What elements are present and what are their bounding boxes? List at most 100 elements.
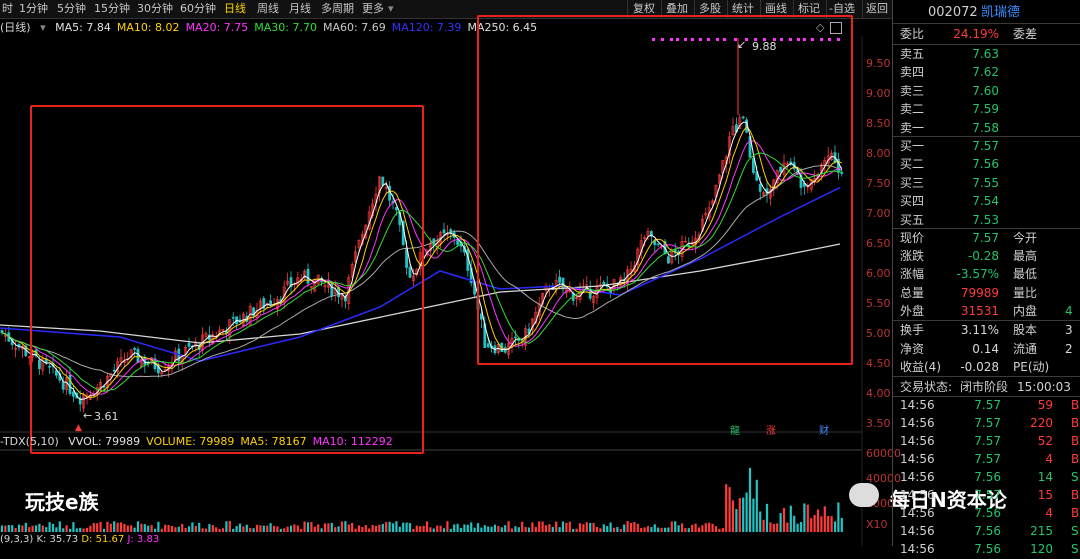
volume-bar <box>833 521 837 532</box>
volume-bar <box>412 528 415 532</box>
stats-button[interactable]: 统计 <box>732 2 754 16</box>
dragon-tiger-tag[interactable]: 龍 <box>730 422 740 437</box>
dropdown-icon[interactable]: ▾ <box>40 21 46 34</box>
volume-bar <box>711 523 714 532</box>
volume-bar <box>133 527 136 532</box>
volume-bar <box>626 521 629 532</box>
ask-level[interactable]: 卖三 7.60 <box>893 82 1080 100</box>
tab-more[interactable]: 更多 <box>362 2 384 16</box>
adjust-button[interactable]: 复权 <box>633 2 655 16</box>
multi-stock-button[interactable]: 多股 <box>699 2 721 16</box>
volume-bar <box>140 523 143 532</box>
volume-bar <box>470 522 473 532</box>
chevron-down-icon[interactable]: ▾ <box>388 2 394 16</box>
tab-1min[interactable]: 1分钟 <box>19 2 48 16</box>
bid-level[interactable]: 买三 7.55 <box>893 174 1080 192</box>
tab-daily[interactable]: 日线 <box>224 2 246 16</box>
volume-bar <box>334 527 337 532</box>
bid-level[interactable]: 买二 7.56 <box>893 155 1080 173</box>
volume-bar <box>266 525 269 532</box>
tab-monthly[interactable]: 月线 <box>289 2 311 16</box>
volume-bar <box>126 525 129 532</box>
quote-row: 总量 79989 量比 <box>893 284 1080 302</box>
quote-value: 7.57 <box>972 231 999 245</box>
volume-bar <box>643 527 646 532</box>
volume-bar <box>262 525 265 532</box>
volume-bar <box>303 521 306 532</box>
volume-bar <box>555 521 558 532</box>
volume-bar <box>619 528 622 532</box>
volume-bar <box>347 524 350 532</box>
volume-bar <box>429 527 432 532</box>
remove-watchlist-button[interactable]: -自选 <box>829 2 855 16</box>
level-price: 7.57 <box>972 139 999 153</box>
volume-bar <box>721 528 724 532</box>
tab-15min[interactable]: 15分钟 <box>94 2 130 16</box>
stat-label: 流通 <box>1013 341 1038 356</box>
volume-bar <box>317 524 320 532</box>
volume-bar <box>684 528 687 532</box>
tick-volume: 120 <box>1030 542 1053 556</box>
limit-up-tag[interactable]: 涨 <box>766 422 776 437</box>
back-button[interactable]: 返回 <box>866 2 888 16</box>
volume-bar <box>466 524 469 532</box>
quote-panel: 002072 凯瑞德 委比 24.19% 委差 卖五 7.63 卖四 7.62 卖三 7.… <box>893 0 1080 556</box>
volume-bar <box>476 523 480 532</box>
weicha-label: 委差 <box>1013 27 1038 41</box>
volume-bar <box>374 525 378 532</box>
tick-volume: 215 <box>1030 524 1053 538</box>
stat-row: 净资 0.14 流通 2 <box>893 340 1080 358</box>
bid-level[interactable]: 买一 7.57 <box>893 137 1080 155</box>
mark-button[interactable]: 标记 <box>798 2 820 16</box>
volume-bar <box>582 524 585 532</box>
volume-bar <box>762 519 765 532</box>
volume-bar <box>218 528 221 532</box>
volume-bar <box>232 528 235 532</box>
tab-60min[interactable]: 60分钟 <box>180 2 216 16</box>
level-label: 卖一 <box>900 120 925 135</box>
stat-value: 2 <box>1065 341 1073 356</box>
tab-hour[interactable]: 时 <box>2 2 13 16</box>
kdj-d-value: D: 51.67 <box>81 534 125 545</box>
volume-bar <box>629 522 633 532</box>
volume-bar <box>323 523 327 532</box>
volume-bar <box>680 523 684 532</box>
volume-bar <box>238 523 242 532</box>
volume-bar <box>674 521 677 532</box>
tab-weekly[interactable]: 周线 <box>257 2 279 16</box>
tab-30min[interactable]: 30分钟 <box>137 2 173 16</box>
price-axis-label: 5.00 <box>866 327 891 340</box>
volume-bar <box>585 522 588 532</box>
volume-bar <box>840 517 843 532</box>
quote-label: 最高 <box>1013 249 1038 264</box>
ask-level[interactable]: 卖四 7.62 <box>893 63 1080 81</box>
volume-bar <box>473 527 476 532</box>
stat-value: 3 <box>1065 323 1073 337</box>
ask-level[interactable]: 卖五 7.63 <box>893 45 1080 63</box>
bid-level[interactable]: 买五 7.53 <box>893 211 1080 229</box>
tick-side: B <box>1071 434 1080 448</box>
volume-bar <box>11 525 14 532</box>
tab-multi-period[interactable]: 多周期 <box>321 2 354 16</box>
volume-bar <box>531 522 534 532</box>
candle-body <box>0 330 4 334</box>
overlay-button[interactable]: 叠加 <box>666 2 688 16</box>
price-axis-label: 6.00 <box>866 267 891 280</box>
tab-5min[interactable]: 5分钟 <box>57 2 86 16</box>
weibi-value: 24.19% <box>953 27 999 41</box>
ask-level[interactable]: 卖二 7.59 <box>893 100 1080 118</box>
draw-line-button[interactable]: 画线 <box>765 2 787 16</box>
level-label: 买四 <box>900 194 925 209</box>
quote-value: 4 <box>1065 303 1073 318</box>
finance-tag[interactable]: 财 <box>819 422 829 437</box>
level-price: 7.53 <box>972 212 999 227</box>
volume-bar <box>320 528 323 532</box>
level-label: 买三 <box>900 175 925 190</box>
volume-bar <box>215 527 218 532</box>
volume-bar <box>449 528 452 532</box>
ask-level[interactable]: 卖一 7.58 <box>893 119 1080 137</box>
volume-bar <box>116 522 119 532</box>
bid-level[interactable]: 买四 7.54 <box>893 192 1080 210</box>
kdj-k-value: K: 35.73 <box>36 534 79 545</box>
tick-time: 14:56 <box>900 524 935 538</box>
